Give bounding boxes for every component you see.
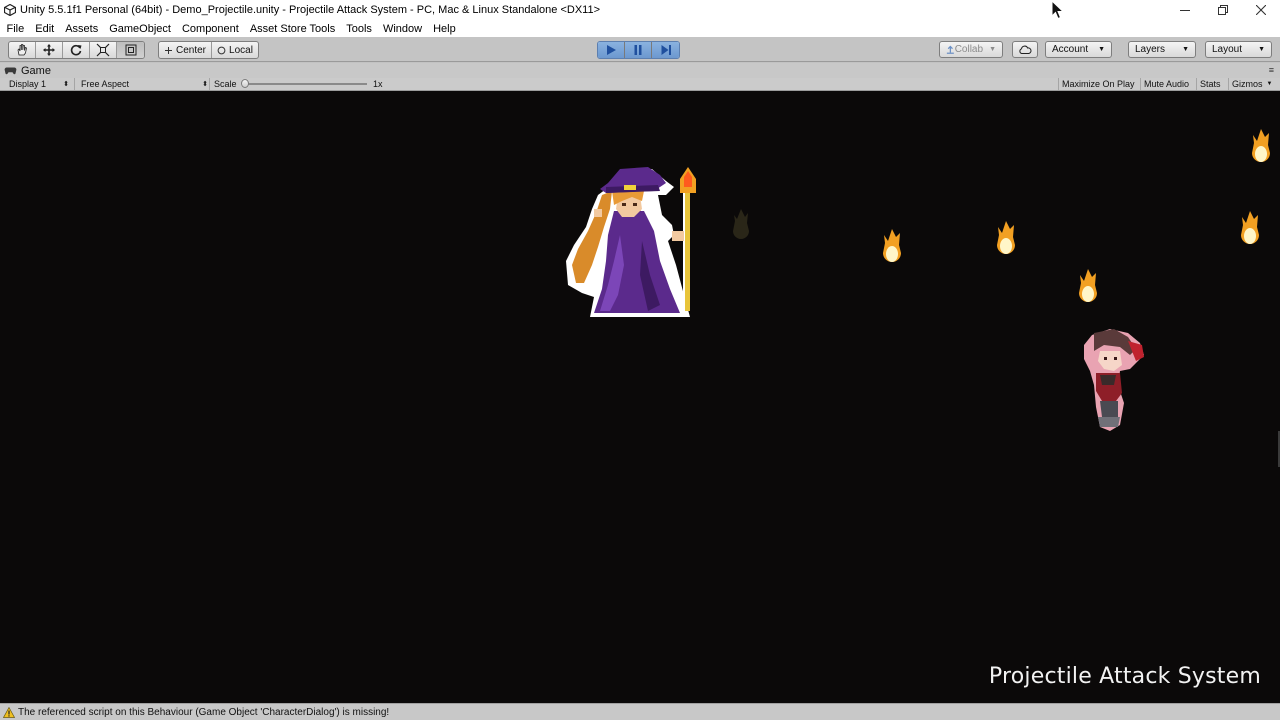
display-dropdown[interactable]: Display 1 ⬍: [9, 78, 69, 90]
layout-dropdown[interactable]: Layout ▼: [1205, 41, 1272, 58]
chevron-down-icon: ▼: [1266, 81, 1273, 87]
fading-fireball: [733, 209, 749, 239]
game-view-toolbar: Display 1 ⬍ Free Aspect ⬍ Scale 1x Maxim…: [0, 78, 1280, 91]
rotate-tool-icon: [70, 44, 82, 56]
updown-icon: ⬍: [63, 81, 69, 88]
layers-label: Layers: [1135, 44, 1166, 55]
collab-icon: [946, 45, 954, 54]
pivot-center-label: Center: [176, 44, 207, 56]
menu-bar: File Edit Assets GameObject Component As…: [0, 20, 1280, 37]
move-tool-icon: [43, 44, 55, 56]
menu-edit[interactable]: Edit: [30, 23, 60, 35]
display-label: Display 1: [9, 79, 47, 89]
collab-label: Collab: [954, 44, 984, 55]
scale-slider-track[interactable]: [243, 83, 367, 85]
game-viewport[interactable]: Projectile Attack System: [0, 91, 1280, 703]
stats-toggle[interactable]: Stats: [1196, 78, 1224, 90]
menu-help[interactable]: Help: [428, 23, 462, 35]
step-icon: [661, 45, 671, 55]
tab-game[interactable]: Game: [4, 63, 51, 78]
unity-logo-icon: [4, 4, 16, 16]
maximize-on-play-toggle[interactable]: Maximize On Play: [1058, 78, 1138, 90]
scale-tool-button[interactable]: [90, 42, 117, 58]
cloud-button[interactable]: [1012, 41, 1038, 58]
fireball: [1252, 129, 1270, 162]
cloud-icon: [1019, 45, 1032, 54]
tab-game-label: Game: [21, 64, 51, 77]
rotate-tool-button[interactable]: [63, 42, 90, 58]
pause-button[interactable]: [625, 42, 652, 58]
rect-tool-button[interactable]: [117, 42, 144, 58]
chevron-down-icon: ▼: [989, 46, 996, 53]
play-controls: [597, 41, 680, 59]
close-button[interactable]: [1242, 0, 1280, 20]
transform-tools: [8, 41, 145, 59]
close-icon: [1256, 5, 1266, 15]
step-button[interactable]: [652, 42, 679, 58]
pivot-local-button[interactable]: Local: [212, 42, 258, 58]
move-tool-button[interactable]: [36, 42, 63, 58]
local-space-icon: [217, 46, 226, 54]
mute-audio-toggle[interactable]: Mute Audio: [1140, 78, 1192, 90]
restore-button[interactable]: [1204, 0, 1242, 20]
scale-label: Scale: [214, 79, 237, 89]
gizmos-label: Gizmos: [1232, 79, 1263, 89]
divider: [74, 78, 75, 90]
game-tab-bar: Game ≡: [0, 63, 1280, 78]
menu-asset-store-tools[interactable]: Asset Store Tools: [244, 23, 340, 35]
warning-icon: [3, 706, 15, 718]
divider: [209, 78, 210, 90]
layout-label: Layout: [1212, 44, 1243, 55]
play-icon: [607, 45, 616, 55]
minimize-icon: [1180, 10, 1190, 11]
fireball: [1241, 211, 1259, 244]
main-toolbar: Center Local Collab ▼ Account ▼ Layers ▼…: [0, 37, 1280, 62]
title-bar: Unity 5.5.1f1 Personal (64bit) - Demo_Pr…: [0, 0, 1280, 20]
chevron-down-icon: ▼: [1098, 46, 1105, 53]
window-controls: [1166, 0, 1280, 20]
minimize-button[interactable]: [1166, 0, 1204, 20]
aspect-label: Free Aspect: [81, 79, 130, 89]
collab-dropdown[interactable]: Collab ▼: [939, 41, 1003, 58]
watermark-title: Projectile Attack System: [988, 664, 1261, 689]
gizmos-dropdown[interactable]: Gizmos ▼: [1228, 78, 1275, 90]
menu-window[interactable]: Window: [377, 23, 427, 35]
account-label: Account: [1052, 44, 1089, 55]
menu-assets[interactable]: Assets: [60, 23, 104, 35]
menu-file[interactable]: File: [1, 23, 30, 35]
girl-sprite: [1084, 329, 1144, 431]
scale-slider-thumb[interactable]: [241, 79, 249, 88]
status-bar[interactable]: The referenced script on this Behaviour …: [0, 703, 1280, 720]
play-button[interactable]: [598, 42, 625, 58]
scale-tool-icon: [96, 43, 110, 57]
mouse-cursor-icon: [1051, 0, 1065, 20]
menu-component[interactable]: Component: [176, 23, 244, 35]
pivot-icon: [165, 46, 172, 54]
pause-icon: [634, 45, 642, 55]
game-controller-icon: [4, 67, 17, 75]
account-dropdown[interactable]: Account ▼: [1045, 41, 1112, 58]
fireball: [997, 221, 1015, 254]
pivot-toggles: Center Local: [158, 41, 259, 59]
tab-menu-icon[interactable]: ≡: [1269, 65, 1274, 75]
updown-icon: ⬍: [202, 81, 208, 88]
status-message: The referenced script on this Behaviour …: [18, 706, 390, 718]
menu-tools[interactable]: Tools: [341, 23, 378, 35]
fireball: [883, 229, 901, 262]
chevron-down-icon: ▼: [1182, 46, 1189, 53]
hand-tool-button[interactable]: [9, 42, 36, 58]
rect-tool-icon: [125, 44, 136, 56]
pivot-center-button[interactable]: Center: [159, 42, 213, 58]
restore-icon: [1218, 5, 1228, 15]
wizard-sprite: [566, 167, 696, 317]
layers-dropdown[interactable]: Layers ▼: [1128, 41, 1196, 58]
pivot-local-label: Local: [229, 44, 253, 56]
window-title: Unity 5.5.1f1 Personal (64bit) - Demo_Pr…: [20, 4, 601, 16]
scale-value: 1x: [373, 79, 383, 89]
menu-gameobject[interactable]: GameObject: [104, 23, 177, 35]
chevron-down-icon: ▼: [1258, 46, 1265, 53]
fireball: [1079, 269, 1097, 302]
aspect-dropdown[interactable]: Free Aspect ⬍: [81, 78, 208, 90]
hand-tool-icon: [17, 44, 27, 56]
